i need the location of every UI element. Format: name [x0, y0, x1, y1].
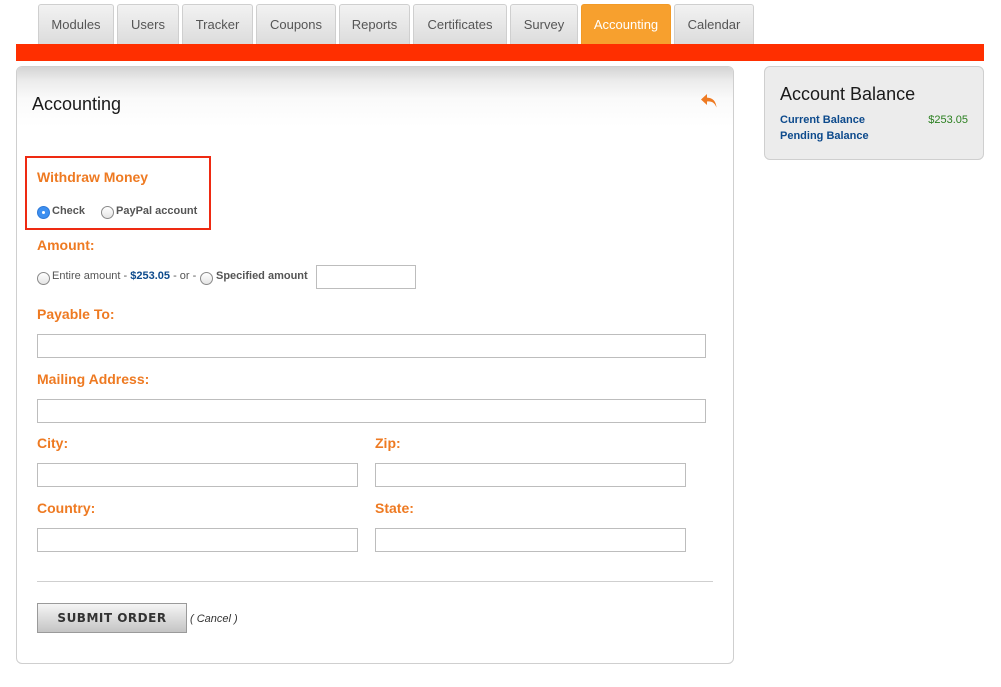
cancel-link[interactable]: Cancel [197, 613, 231, 625]
tab-reports[interactable]: Reports [339, 4, 410, 44]
specified-amount-input[interactable] [316, 265, 416, 289]
cancel-wrapper: ( Cancel ) [190, 613, 238, 625]
current-balance-value: $253.05 [928, 114, 968, 126]
entire-amount-text: Entire amount - $253.05 - or - [52, 270, 196, 282]
zip-input[interactable] [375, 463, 686, 487]
state-label: State: [375, 500, 414, 516]
or-separator: - or - [170, 270, 197, 282]
mailing-address-label: Mailing Address: [37, 371, 150, 387]
mailing-address-input[interactable] [37, 399, 706, 423]
cancel-open-paren: ( [190, 613, 197, 625]
paypal-radio[interactable] [101, 206, 114, 219]
withdraw-highlight-box [25, 156, 211, 230]
tab-survey[interactable]: Survey [510, 4, 578, 44]
form-divider [37, 581, 713, 582]
check-radio-label[interactable]: Check [52, 205, 85, 217]
tab-certificates[interactable]: Certificates [413, 4, 507, 44]
specified-amount-radio[interactable] [200, 272, 213, 285]
tab-modules[interactable]: Modules [38, 4, 114, 44]
withdraw-heading: Withdraw Money [37, 169, 149, 185]
account-balance-panel: Account Balance Current Balance $253.05 … [764, 66, 984, 160]
tab-accounting[interactable]: Accounting [581, 4, 671, 44]
entire-amount-value: $253.05 [130, 270, 171, 282]
tab-calendar[interactable]: Calendar [674, 4, 754, 44]
submit-order-button[interactable]: SUBMIT ORDER [37, 603, 187, 633]
account-balance-title: Account Balance [780, 84, 916, 104]
amount-heading: Amount: [37, 237, 95, 253]
panel-title: Accounting [32, 94, 122, 114]
check-radio[interactable] [37, 206, 50, 219]
cancel-close-paren: ) [230, 613, 238, 625]
undo-arrow-icon[interactable] [699, 91, 719, 111]
tab-underline-bar [16, 44, 984, 61]
zip-label: Zip: [375, 435, 401, 451]
tab-tracker[interactable]: Tracker [182, 4, 253, 44]
paypal-radio-label[interactable]: PayPal account [116, 205, 197, 217]
city-label: City: [37, 435, 69, 451]
city-input[interactable] [37, 463, 358, 487]
specified-amount-label: Specified amount [216, 270, 308, 282]
main-tabs: Modules Users Tracker Coupons Reports Ce… [38, 4, 757, 44]
payable-to-input[interactable] [37, 334, 706, 358]
state-input[interactable] [375, 528, 686, 552]
panel-header [17, 67, 733, 137]
current-balance-label: Current Balance [780, 114, 865, 126]
tab-coupons[interactable]: Coupons [256, 4, 336, 44]
country-input[interactable] [37, 528, 358, 552]
payable-to-label: Payable To: [37, 306, 115, 322]
country-label: Country: [37, 500, 96, 516]
tab-users[interactable]: Users [117, 4, 179, 44]
entire-amount-label: Entire amount - [52, 270, 131, 282]
entire-amount-radio[interactable] [37, 272, 50, 285]
pending-balance-label: Pending Balance [780, 130, 869, 142]
